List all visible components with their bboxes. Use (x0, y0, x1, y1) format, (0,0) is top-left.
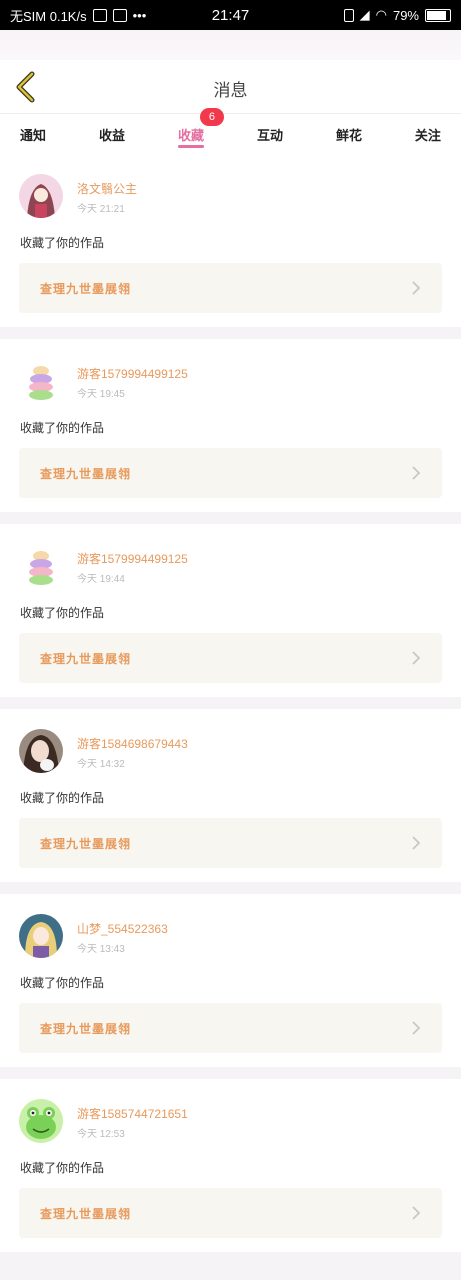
work-title: 查理九世墨展翎 (40, 1021, 132, 1036)
macaron-stack-avatar[interactable] (19, 544, 63, 588)
message-card: 游客1579994499125 今天 19:44 收藏了你的作品 查理九世墨展翎 (0, 524, 461, 697)
chevron-right-icon (412, 281, 421, 295)
work-link[interactable]: 查理九世墨展翎 (19, 818, 442, 868)
work-link[interactable]: 查理九世墨展翎 (19, 633, 442, 683)
tab-flowers[interactable]: 鲜花 (336, 114, 362, 154)
work-title: 查理九世墨展翎 (40, 281, 132, 296)
tab-favorites[interactable]: 收藏 6 (177, 108, 224, 154)
green-frog-avatar[interactable] (19, 1099, 63, 1143)
work-link[interactable]: 查理九世墨展翎 (19, 1188, 442, 1238)
work-link[interactable]: 查理九世墨展翎 (19, 263, 442, 313)
tab-label: 收益 (98, 128, 125, 144)
status-left: 无SIM 0.1K/s ••• (10, 6, 146, 25)
message-card: 游客1585744721651 今天 12:53 收藏了你的作品 查理九世墨展翎 (0, 1079, 461, 1252)
battery-percent: 79% (392, 7, 419, 23)
status-right: ◢ ◠ 79% (343, 7, 451, 23)
unread-badge: 6 (199, 108, 224, 126)
network-status-text: 无SIM 0.1K/s (10, 8, 87, 24)
timestamp: 今天 14:32 (77, 759, 125, 770)
username[interactable]: 游客1579994499125 (77, 550, 188, 567)
work-title: 查理九世墨展翎 (40, 836, 132, 851)
chevron-right-icon (412, 466, 421, 480)
message-card: 洛文翳公主 今天 21:21 收藏了你的作品 查理九世墨展翎 (0, 154, 461, 327)
message-card: 游客1584698679443 今天 14:32 收藏了你的作品 查理九世墨展翎 (0, 709, 461, 882)
timestamp: 今天 12:53 (77, 1129, 125, 1140)
timestamp: 今天 19:45 (77, 389, 125, 400)
tab-follows[interactable]: 关注 (415, 114, 441, 154)
timestamp: 今天 13:43 (77, 944, 125, 955)
macaron-stack-avatar[interactable] (19, 359, 63, 403)
anime-blonde-avatar[interactable] (19, 914, 63, 958)
tab-earnings[interactable]: 收益 (99, 114, 125, 154)
timestamp: 今天 21:21 (77, 204, 125, 215)
work-title: 查理九世墨展翎 (40, 466, 132, 481)
wifi-icon: ◠ (375, 7, 387, 22)
timestamp: 今天 19:44 (77, 574, 125, 585)
username[interactable]: 洛文翳公主 (77, 180, 137, 197)
username[interactable]: 游客1585744721651 (77, 1105, 188, 1122)
username[interactable]: 游客1584698679443 (77, 735, 188, 752)
message-card: 山梦_554522363 今天 13:43 收藏了你的作品 查理九世墨展翎 (0, 894, 461, 1067)
username[interactable]: 游客1579994499125 (77, 365, 188, 382)
tab-interactions[interactable]: 互动 (257, 114, 283, 154)
work-title: 查理九世墨展翎 (40, 651, 132, 666)
database-icon (92, 8, 107, 22)
action-text: 收藏了你的作品 (20, 421, 105, 435)
header-shade (0, 30, 461, 60)
no-signal-icon: ◢ (359, 7, 370, 22)
more-dots-icon: ••• (132, 7, 147, 23)
tab-label: 关注 (414, 128, 441, 144)
chevron-right-icon (412, 651, 421, 665)
tab-label: 收藏 (177, 128, 204, 144)
tab-label: 通知 (20, 128, 47, 144)
chevron-right-icon (412, 836, 421, 850)
work-link[interactable]: 查理九世墨展翎 (19, 1003, 442, 1053)
action-text: 收藏了你的作品 (20, 236, 105, 250)
action-text: 收藏了你的作品 (20, 976, 105, 990)
work-title: 查理九世墨展翎 (40, 1206, 132, 1221)
username[interactable]: 山梦_554522363 (77, 920, 168, 937)
chevron-right-icon (412, 1206, 421, 1220)
action-text: 收藏了你的作品 (20, 606, 105, 620)
page-title: 消息 (213, 81, 248, 101)
action-text: 收藏了你的作品 (20, 1161, 105, 1175)
status-bar: 无SIM 0.1K/s ••• 21:47 ◢ ◠ 79% (0, 0, 461, 30)
message-list: 洛文翳公主 今天 21:21 收藏了你的作品 查理九世墨展翎 游客1579994… (0, 154, 461, 1264)
message-card: 游客1579994499125 今天 19:45 收藏了你的作品 查理九世墨展翎 (0, 339, 461, 512)
charging-icon (343, 8, 354, 22)
photo-girl-avatar[interactable] (19, 729, 63, 773)
tab-notifications[interactable]: 通知 (20, 114, 46, 154)
tab-bar: 通知 收益 收藏 6 互动 鲜花 关注 (0, 108, 461, 154)
screenshot-icon (112, 8, 127, 22)
chevron-right-icon (412, 1021, 421, 1035)
action-text: 收藏了你的作品 (20, 791, 105, 805)
work-link[interactable]: 查理九世墨展翎 (19, 448, 442, 498)
battery-icon (425, 8, 451, 22)
tab-label: 鲜花 (335, 128, 362, 144)
tab-label: 互动 (256, 128, 283, 144)
anime-girl-avatar[interactable] (19, 174, 63, 218)
header: 消息 (0, 60, 461, 114)
